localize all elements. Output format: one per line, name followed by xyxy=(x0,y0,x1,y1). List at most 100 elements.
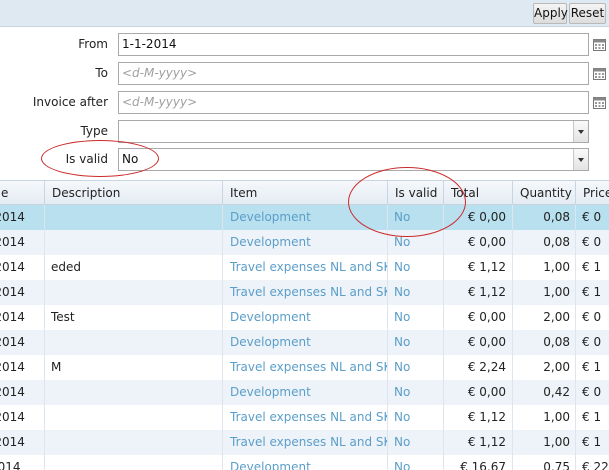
row-date-cell: -2014 xyxy=(0,305,45,330)
row-quantity-cell: 2,00 xyxy=(513,355,576,380)
column-header-is-valid[interactable]: Is valid xyxy=(388,181,444,205)
column-header-description[interactable]: Description xyxy=(45,181,223,205)
row-item-link[interactable]: Development xyxy=(223,455,388,470)
calendar-icon[interactable] xyxy=(593,38,606,51)
row-quantity-cell: 1,00 xyxy=(513,430,576,455)
chevron-down-icon[interactable] xyxy=(573,149,588,170)
table-row[interactable]: -2014 Travel expenses NL and SKNo€ 1,121,… xyxy=(0,430,609,455)
invoice-after-date-input[interactable]: <d-M-yyyy> xyxy=(118,91,589,114)
row-date-cell: -2014 xyxy=(0,355,45,380)
column-header-quantity[interactable]: Quantity xyxy=(513,181,576,205)
table-row[interactable]: -2014 DevelopmentNo€ 0,000,42€ 0 xyxy=(0,380,609,405)
row-price-cell: € 0 xyxy=(576,305,609,330)
row-price-cell: € 1 xyxy=(576,430,609,455)
row-item-link[interactable]: Travel expenses NL and SK xyxy=(223,280,388,305)
row-item-link[interactable]: Development xyxy=(223,330,388,355)
chevron-down-icon[interactable] xyxy=(573,121,588,142)
table-row[interactable]: -2014 DevelopmentNo€ 0,000,08€ 0 xyxy=(0,330,609,355)
invoice-lines-grid: e Description Item Is valid Total Quanti… xyxy=(0,180,609,470)
row-quantity-cell: 0,08 xyxy=(513,330,576,355)
row-price-cell: € 1 xyxy=(576,405,609,430)
row-total-cell: € 0,00 xyxy=(444,205,513,230)
filter-invoice-after-row: Invoice after <d-M-yyyy> xyxy=(0,91,609,115)
row-total-cell: € 1,12 xyxy=(444,430,513,455)
to-label: To xyxy=(95,66,108,80)
invoice-after-label: Invoice after xyxy=(32,95,108,109)
table-row[interactable]: 2014 DevelopmentNo€ 16,670,75€ 22 xyxy=(0,455,609,470)
row-total-cell: € 16,67 xyxy=(444,455,513,470)
row-is-valid-link[interactable]: No xyxy=(388,380,444,405)
row-date-cell: -2014 xyxy=(0,255,45,280)
row-quantity-cell: 1,00 xyxy=(513,280,576,305)
filter-type-row: Type xyxy=(0,120,609,144)
row-quantity-cell: 2,00 xyxy=(513,305,576,330)
row-is-valid-link[interactable]: No xyxy=(388,205,444,230)
from-date-input[interactable]: 1-1-2014 xyxy=(118,33,589,56)
type-select[interactable] xyxy=(118,120,589,143)
row-price-cell: € 22 xyxy=(576,455,609,470)
table-row[interactable]: -2014 Travel expenses NL and SKNo€ 1,121,… xyxy=(0,405,609,430)
row-description-cell xyxy=(45,405,223,430)
row-price-cell: € 1 xyxy=(576,355,609,380)
row-total-cell: € 1,12 xyxy=(444,255,513,280)
row-price-cell: € 1 xyxy=(576,280,609,305)
row-description-cell xyxy=(45,380,223,405)
table-row[interactable]: -2014 Travel expenses NL and SKNo€ 1,121,… xyxy=(0,280,609,305)
row-is-valid-link[interactable]: No xyxy=(388,455,444,470)
to-date-input[interactable]: <d-M-yyyy> xyxy=(118,62,589,85)
row-is-valid-link[interactable]: No xyxy=(388,305,444,330)
from-label: From xyxy=(78,37,108,51)
table-row[interactable]: -2014TestDevelopmentNo€ 0,002,00€ 0 xyxy=(0,305,609,330)
row-is-valid-link[interactable]: No xyxy=(388,330,444,355)
column-header-price[interactable]: Price xyxy=(576,181,609,205)
row-item-link[interactable]: Development xyxy=(223,205,388,230)
column-header-item[interactable]: Item xyxy=(223,181,388,205)
is-valid-select[interactable]: No xyxy=(118,148,589,171)
row-date-cell: 2014 xyxy=(0,455,45,470)
row-is-valid-link[interactable]: No xyxy=(388,430,444,455)
row-is-valid-link[interactable]: No xyxy=(388,230,444,255)
row-item-link[interactable]: Development xyxy=(223,305,388,330)
row-quantity-cell: 0,42 xyxy=(513,380,576,405)
filter-from-row: From 1-1-2014 xyxy=(0,33,609,57)
column-header-date[interactable]: e xyxy=(0,181,45,205)
column-header-total[interactable]: Total xyxy=(444,181,513,205)
row-description-cell: M xyxy=(45,355,223,380)
row-total-cell: € 1,12 xyxy=(444,405,513,430)
row-date-cell: -2014 xyxy=(0,280,45,305)
table-row[interactable]: -2014MTravel expenses NL and SKNo€ 2,242… xyxy=(0,355,609,380)
row-quantity-cell: 1,00 xyxy=(513,255,576,280)
is-valid-label: Is valid xyxy=(65,152,108,166)
row-total-cell: € 1,12 xyxy=(444,280,513,305)
row-date-cell: -2014 xyxy=(0,405,45,430)
row-item-link[interactable]: Travel expenses NL and SK xyxy=(223,255,388,280)
row-date-cell: -2014 xyxy=(0,230,45,255)
calendar-icon[interactable] xyxy=(593,96,606,109)
row-is-valid-link[interactable]: No xyxy=(388,355,444,380)
row-is-valid-link[interactable]: No xyxy=(388,280,444,305)
filter-to-row: To <d-M-yyyy> xyxy=(0,62,609,86)
row-price-cell: € 0 xyxy=(576,205,609,230)
table-row[interactable]: -2014 DevelopmentNo€ 0,000,08€ 0 xyxy=(0,205,609,230)
row-description-cell xyxy=(45,330,223,355)
row-description-cell xyxy=(45,230,223,255)
row-price-cell: € 0 xyxy=(576,380,609,405)
row-item-link[interactable]: Travel expenses NL and SK xyxy=(223,355,388,380)
row-is-valid-link[interactable]: No xyxy=(388,405,444,430)
table-row[interactable]: -2014ededTravel expenses NL and SKNo€ 1,… xyxy=(0,255,609,280)
row-price-cell: € 0 xyxy=(576,330,609,355)
row-item-link[interactable]: Development xyxy=(223,380,388,405)
table-row[interactable]: -2014 DevelopmentNo€ 0,000,08€ 0 xyxy=(0,230,609,255)
apply-button[interactable]: Apply xyxy=(533,3,568,24)
row-date-cell: -2014 xyxy=(0,330,45,355)
row-total-cell: € 0,00 xyxy=(444,305,513,330)
row-item-link[interactable]: Travel expenses NL and SK xyxy=(223,430,388,455)
reset-button[interactable]: Reset xyxy=(569,3,606,24)
row-description-cell xyxy=(45,455,223,470)
row-price-cell: € 0 xyxy=(576,230,609,255)
row-description-cell: Test xyxy=(45,305,223,330)
row-item-link[interactable]: Travel expenses NL and SK xyxy=(223,405,388,430)
calendar-icon[interactable] xyxy=(593,67,606,80)
row-is-valid-link[interactable]: No xyxy=(388,255,444,280)
row-item-link[interactable]: Development xyxy=(223,230,388,255)
